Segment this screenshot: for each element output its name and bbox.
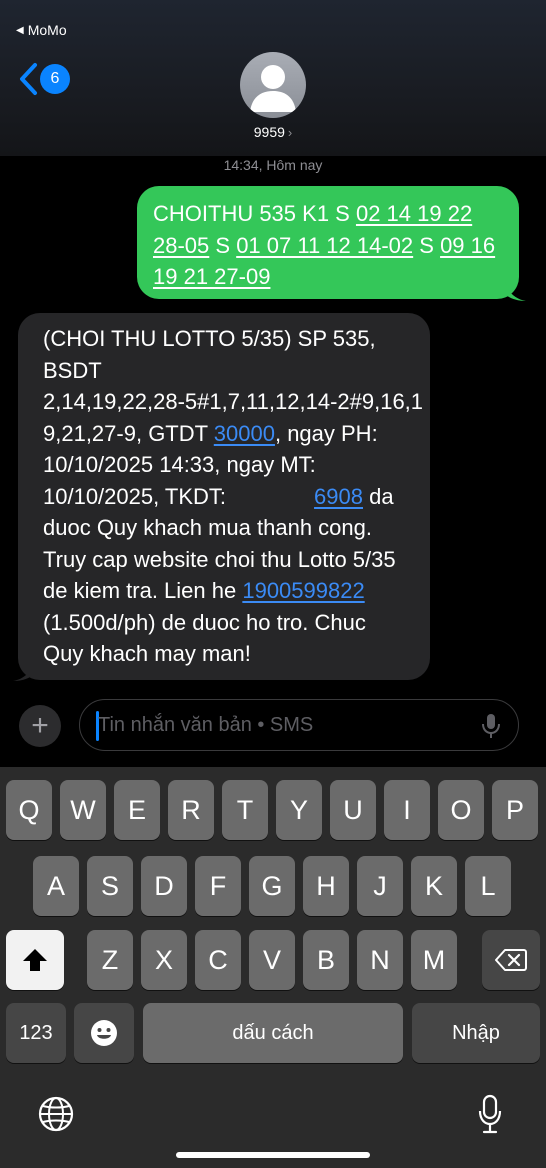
contact-avatar[interactable] bbox=[240, 52, 306, 118]
mic-icon[interactable] bbox=[480, 713, 502, 739]
chevron-right-icon: › bbox=[287, 125, 293, 140]
delete-icon bbox=[495, 949, 527, 971]
shift-key[interactable] bbox=[6, 930, 64, 990]
key-m[interactable]: M bbox=[411, 930, 457, 990]
status-back-to-app[interactable]: ◀ MoMo bbox=[16, 22, 67, 38]
plus-icon: + bbox=[31, 709, 49, 742]
message-text: de kiem tra. Lien he bbox=[43, 578, 243, 603]
phone-link[interactable]: 1900599822 bbox=[242, 578, 364, 603]
message-text: duoc Quy khach mua thanh cong. bbox=[43, 515, 372, 540]
message-text: 2,14,19,22,28-5#1,7,11,12,14-2#9,16,1 bbox=[43, 389, 424, 414]
unread-count-badge: 6 bbox=[40, 64, 70, 94]
message-text: 9,21,27-9, GTDT bbox=[43, 420, 214, 446]
space-key[interactable]: dấu cách bbox=[143, 1003, 403, 1063]
dictation-mic-icon[interactable] bbox=[478, 1094, 502, 1134]
key-i[interactable]: I bbox=[384, 780, 430, 840]
delete-key[interactable] bbox=[482, 930, 540, 990]
key-n[interactable]: N bbox=[357, 930, 403, 990]
conversation-header: ◀ MoMo 6 9959 › bbox=[0, 0, 546, 156]
key-d[interactable]: D bbox=[141, 856, 187, 916]
person-icon bbox=[250, 65, 296, 112]
key-a[interactable]: A bbox=[33, 856, 79, 916]
chevron-left-icon bbox=[20, 63, 37, 95]
message-link[interactable]: 19 21 27-09 bbox=[153, 264, 270, 289]
back-button[interactable]: 6 bbox=[18, 62, 70, 96]
message-text: (CHOI THU LOTTO 5/35) SP 535, bbox=[43, 326, 376, 351]
bubble-tail-incoming bbox=[13, 660, 34, 681]
outgoing-message-bubble[interactable]: CHOITHU 535 K1 S 02 14 19 22 28-05 S 01 … bbox=[137, 186, 519, 299]
back-triangle-icon: ◀ bbox=[16, 24, 24, 36]
key-u[interactable]: U bbox=[330, 780, 376, 840]
key-r[interactable]: R bbox=[168, 780, 214, 840]
home-indicator bbox=[176, 1152, 370, 1158]
key-s[interactable]: S bbox=[87, 856, 133, 916]
key-e[interactable]: E bbox=[114, 780, 160, 840]
numbers-key[interactable]: 123 bbox=[6, 1003, 66, 1063]
shift-icon bbox=[23, 949, 47, 971]
key-o[interactable]: O bbox=[438, 780, 484, 840]
add-attachment-button[interactable]: + bbox=[19, 705, 61, 747]
key-l[interactable]: L bbox=[465, 856, 511, 916]
message-placeholder: Tin nhắn văn bản • SMS bbox=[98, 714, 314, 736]
message-text: S bbox=[209, 232, 237, 258]
key-c[interactable]: C bbox=[195, 930, 241, 990]
message-input[interactable]: Tin nhắn văn bản • SMS bbox=[79, 699, 519, 751]
contact-number: 9959 bbox=[253, 124, 285, 140]
key-y[interactable]: Y bbox=[276, 780, 322, 840]
message-text: CHOITHU 535 K1 S bbox=[153, 201, 356, 226]
key-x[interactable]: X bbox=[141, 930, 187, 990]
message-text: Truy cap website choi thu Lotto 5/35 bbox=[43, 546, 396, 572]
message-link[interactable]: 28-05 bbox=[153, 233, 209, 258]
return-key[interactable]: Nhập bbox=[412, 1003, 540, 1063]
key-j[interactable]: J bbox=[357, 856, 403, 916]
message-text: BSDT bbox=[43, 357, 102, 383]
key-t[interactable]: T bbox=[222, 780, 268, 840]
incoming-message-bubble[interactable]: (CHOI THU LOTTO 5/35) SP 535, BSDT 2,14,… bbox=[18, 313, 430, 680]
emoji-key[interactable] bbox=[74, 1003, 134, 1063]
message-text: da bbox=[363, 483, 394, 509]
key-g[interactable]: G bbox=[249, 856, 295, 916]
amount-link[interactable]: 30000 bbox=[214, 421, 275, 446]
key-b[interactable]: B bbox=[303, 930, 349, 990]
contact-name[interactable]: 9959 › bbox=[0, 124, 546, 140]
back-app-label: MoMo bbox=[27, 22, 67, 38]
message-text: 10/10/2025 14:33, ngay MT: bbox=[43, 452, 316, 477]
key-p[interactable]: P bbox=[492, 780, 538, 840]
globe-icon[interactable] bbox=[38, 1096, 74, 1132]
bubble-tail-outgoing bbox=[505, 280, 526, 301]
key-v[interactable]: V bbox=[249, 930, 295, 990]
message-text: 10/10/2025, TKDT: bbox=[43, 483, 227, 509]
message-link[interactable]: 09 16 bbox=[440, 233, 495, 258]
key-k[interactable]: K bbox=[411, 856, 457, 916]
emoji-icon bbox=[91, 1020, 117, 1046]
key-h[interactable]: H bbox=[303, 856, 349, 916]
account-link[interactable]: 6908 bbox=[314, 484, 363, 509]
message-link[interactable]: 01 07 11 12 14-02 bbox=[236, 233, 413, 258]
key-q[interactable]: Q bbox=[6, 780, 52, 840]
message-text: , ngay PH: bbox=[274, 420, 378, 446]
message-timestamp: 14:34, Hôm nay bbox=[223, 157, 323, 173]
key-f[interactable]: F bbox=[195, 856, 241, 916]
message-text: S bbox=[413, 232, 441, 258]
key-w[interactable]: W bbox=[60, 780, 106, 840]
message-text: (1.500d/ph) de duoc ho tro. Chuc bbox=[43, 609, 366, 635]
message-text: Quy khach may man! bbox=[43, 641, 251, 666]
key-z[interactable]: Z bbox=[87, 930, 133, 990]
message-link[interactable]: 02 14 19 22 bbox=[356, 201, 472, 226]
